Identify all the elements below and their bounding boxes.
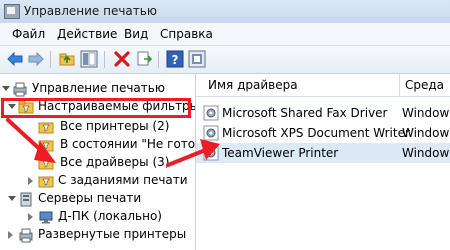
svg-text:?: ? (172, 53, 179, 67)
tree-node-print-servers[interactable]: Серверы печати (8, 190, 188, 208)
list-row-selected[interactable]: TeamViewer Printer Windows (196, 143, 450, 163)
window-title: Управление печатью (24, 4, 157, 18)
driver-gear-icon (203, 105, 219, 121)
tree-node-all-printers[interactable]: Все принтеры (2) (38, 118, 188, 136)
tree-node-label: С заданиями печати (58, 173, 188, 187)
title-bar: Управление печатью (0, 0, 450, 23)
tree-node-label: Управление печатью (32, 81, 165, 95)
show-hide-tree-icon[interactable] (80, 50, 98, 68)
printer-management-icon (12, 81, 28, 97)
delete-icon[interactable] (113, 50, 131, 68)
help-icon[interactable]: ? (166, 50, 184, 68)
tree-node-with-jobs[interactable]: С заданиями печати (28, 172, 188, 190)
tree-node-local-server[interactable]: Д-ПК (локально) (28, 208, 188, 226)
column-header-environment[interactable]: Среда (400, 74, 450, 97)
menu-file[interactable]: Файл (12, 27, 45, 41)
menu-action[interactable]: Действие (57, 27, 117, 41)
tree-node-label: В состоянии "Не готов" (60, 137, 196, 151)
driver-gear-icon (203, 125, 219, 141)
tree-node-label: Серверы печати (38, 191, 142, 205)
properties-icon[interactable] (188, 50, 206, 68)
column-header-label: Имя драйвера (208, 78, 298, 92)
menu-bar: Файл Действие Вид Справка (0, 23, 450, 46)
server-icon (18, 191, 34, 207)
toolbar: ? (0, 46, 450, 74)
expand-arrow-icon[interactable] (28, 177, 33, 185)
filter-icon (38, 137, 54, 153)
tree-node-not-ready[interactable]: В состоянии "Не готов" (38, 136, 196, 154)
driver-gear-icon (203, 145, 219, 161)
menu-help[interactable]: Справка (160, 27, 213, 41)
driver-environment: Windows (402, 126, 450, 140)
back-icon[interactable] (6, 50, 24, 68)
up-folder-icon[interactable] (58, 50, 76, 68)
tree-node-all-drivers[interactable]: Все драйверы (3) (38, 154, 188, 172)
list-row[interactable]: Microsoft XPS Document Writer Windows (196, 123, 450, 143)
tree-node-label: Все принтеры (2) (60, 119, 170, 133)
driver-name: TeamViewer Printer (222, 146, 339, 160)
computer-icon (38, 209, 54, 225)
toolbar-separator (158, 51, 159, 68)
export-icon[interactable] (135, 50, 153, 68)
toolbar-separator (104, 51, 105, 68)
collapse-arrow-icon[interactable] (2, 86, 10, 91)
collapse-arrow-icon[interactable] (8, 196, 16, 201)
driver-name: Microsoft Shared Fax Driver (222, 106, 388, 120)
toolbar-separator (50, 51, 51, 68)
printer-management-app-icon (4, 4, 20, 19)
tree-node-deployed-printers[interactable]: Развернутые принтеры (8, 226, 188, 244)
filter-icon (38, 119, 54, 135)
driver-environment: Windows (402, 106, 450, 120)
tree-node-label: Д-ПК (локально) (58, 209, 162, 223)
expand-arrow-icon[interactable] (28, 213, 33, 221)
filter-icon (38, 173, 54, 189)
menu-view[interactable]: Вид (124, 27, 148, 41)
driver-list: Имя драйвера Среда Microsoft Shared Fax … (196, 74, 450, 250)
list-row[interactable]: Microsoft Shared Fax Driver Windows (196, 103, 450, 123)
tree-node-print-management[interactable]: Управление печатью (2, 80, 192, 98)
expand-arrow-icon[interactable] (8, 231, 13, 239)
forward-icon[interactable] (27, 50, 45, 68)
driver-name: Microsoft XPS Document Writer (222, 126, 410, 140)
filter-icon (38, 155, 54, 171)
column-header-driver-name[interactable]: Имя драйвера (196, 74, 400, 97)
tree-node-label: Развернутые принтеры (38, 227, 187, 241)
column-header-label: Среда (405, 78, 445, 92)
driver-environment: Windows (402, 146, 450, 160)
tree-node-label: Все драйверы (3) (60, 155, 170, 169)
highlight-box (1, 98, 191, 118)
printer-icon (18, 227, 34, 243)
